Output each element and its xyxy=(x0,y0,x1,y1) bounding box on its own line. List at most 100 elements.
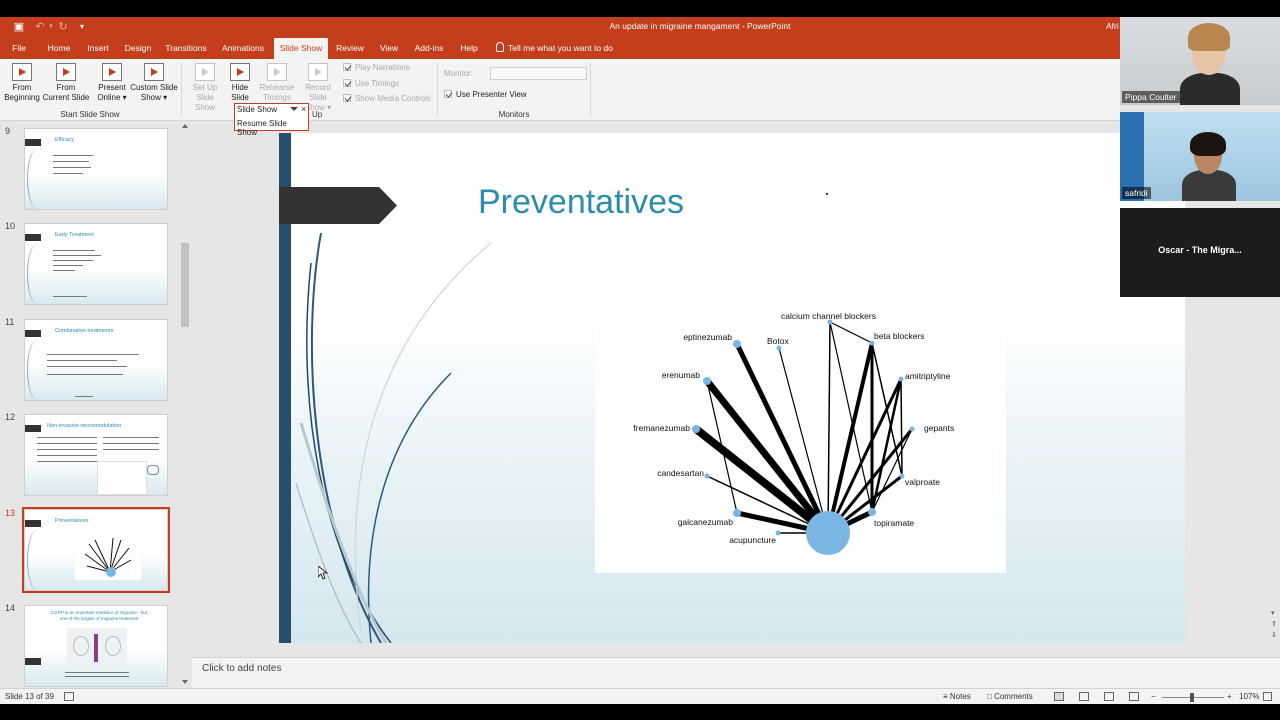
tell-me-search[interactable]: Tell me what you want to do xyxy=(496,38,613,59)
zoom-slider-thumb[interactable] xyxy=(1190,693,1194,702)
zoom-level[interactable]: 107% xyxy=(1239,692,1259,701)
use-timings-checkbox[interactable]: Use Timings xyxy=(343,79,399,88)
slide-thumbnail[interactable]: Combination treatments xyxy=(24,319,168,401)
label-eptinezumab: eptinezumab xyxy=(683,332,732,342)
next-slide-icon[interactable]: ⇓ xyxy=(1271,631,1277,639)
tab-home[interactable]: Home xyxy=(44,38,74,59)
slide-panel-scrollbar[interactable] xyxy=(180,121,190,688)
notes-toggle[interactable]: ≡ Notes xyxy=(943,692,971,701)
label-botox: Botox xyxy=(767,336,789,346)
present-online-button[interactable]: Present Online ▾ xyxy=(94,63,130,103)
monitor-select[interactable] xyxy=(490,67,587,80)
title-bar: ▣ ↶ ▾ ↻ ▾ An update in migraine mangamen… xyxy=(0,17,1280,38)
tab-insert[interactable]: Insert xyxy=(84,38,112,59)
normal-view-icon[interactable] xyxy=(1054,692,1064,701)
customize-toolbar-icon[interactable]: ▾ xyxy=(75,20,89,34)
status-bar: Slide 13 of 39 ≡ Notes □ Comments − + 10… xyxy=(0,688,1280,704)
close-icon[interactable]: × xyxy=(301,104,306,114)
participant-video[interactable]: Pippa Coulter xyxy=(1120,17,1280,105)
fit-slide-icon[interactable] xyxy=(1263,692,1272,701)
screen-top-bar xyxy=(0,0,1280,17)
cross-edge xyxy=(829,321,873,344)
tab-file[interactable]: File xyxy=(6,38,32,59)
scroll-thumb[interactable] xyxy=(181,243,189,327)
previous-slide-icon[interactable]: ⇑ xyxy=(1271,620,1277,628)
participant-video[interactable]: Oscar - The Migra... xyxy=(1120,208,1280,297)
monitors-group-label: Monitors xyxy=(498,110,530,119)
play-narrations-checkbox[interactable]: Play Narrations xyxy=(343,63,410,72)
rehearse-timings-button[interactable]: Rehearse Timings xyxy=(258,63,296,103)
from-beginning-button[interactable]: From Beginning xyxy=(4,63,40,103)
reading-view-icon[interactable] xyxy=(1104,692,1114,701)
tab-review[interactable]: Review xyxy=(334,38,366,59)
label-galcanezumab: galcanezumab xyxy=(678,517,734,527)
resume-slide-show-item[interactable]: Resume Slide Show xyxy=(237,119,308,137)
show-media-controls-checkbox[interactable]: Show Media Controls xyxy=(343,94,431,103)
thumb-text-line xyxy=(53,155,93,156)
powerpoint-window: ▣ ↶ ▾ ↻ ▾ An update in migraine mangamen… xyxy=(0,0,1280,720)
cross-edge xyxy=(870,378,903,513)
scroll-down-icon[interactable]: ▾ xyxy=(1271,609,1275,617)
thumb-title: Early Treatment xyxy=(55,232,94,238)
slide-thumbnail-active[interactable]: Preventatives xyxy=(24,509,168,591)
slide-thumbnail[interactable]: Efficacy xyxy=(24,128,168,210)
node-eptinezumab xyxy=(733,340,741,348)
slide-show-view-icon[interactable] xyxy=(1129,692,1139,701)
tab-slide-show[interactable]: Slide Show xyxy=(274,38,328,59)
tab-design[interactable]: Design xyxy=(122,38,154,59)
thumb-text-line xyxy=(53,173,83,174)
setup-icon xyxy=(195,63,215,81)
scroll-down-icon[interactable] xyxy=(182,680,188,684)
popup-dropdown-icon[interactable] xyxy=(290,107,298,111)
person-body xyxy=(1180,73,1240,105)
participant-video[interactable]: safridi xyxy=(1120,112,1280,201)
slide-thumbnail[interactable]: CGRP is an important mediator of migrain… xyxy=(24,605,168,687)
thumb-arrow xyxy=(25,234,41,241)
user-account[interactable]: Afri xyxy=(1106,21,1119,31)
comments-toggle[interactable]: □ Comments xyxy=(987,692,1033,701)
slide-thumbnail[interactable]: Non-invasive neuromodulation xyxy=(24,414,168,496)
btn-line: Set Up xyxy=(192,83,218,92)
zoom-out-icon[interactable]: − xyxy=(1151,692,1156,701)
group-divider xyxy=(437,63,438,117)
thumb-text-line xyxy=(65,672,129,673)
zoom-in-icon[interactable]: + xyxy=(1227,692,1232,701)
scroll-up-icon[interactable] xyxy=(182,124,188,128)
thumb-text-line xyxy=(37,455,97,456)
custom-slide-show-button[interactable]: Custom Slide Show ▾ xyxy=(130,63,178,103)
tab-add-ins[interactable]: Add-ins xyxy=(412,38,446,59)
checkbox-box xyxy=(444,90,452,98)
slide-thumbnail[interactable]: Early Treatment xyxy=(24,223,168,305)
tab-transitions[interactable]: Transitions xyxy=(164,38,208,59)
tab-view[interactable]: View xyxy=(376,38,402,59)
thumb-text-line xyxy=(53,167,91,168)
screen-bottom-bar xyxy=(0,704,1280,720)
use-presenter-view-checkbox[interactable]: Use Presenter View xyxy=(444,90,527,99)
tab-animations[interactable]: Animations xyxy=(218,38,268,59)
slide-show-popup: Slide Show × Resume Slide Show xyxy=(234,103,309,137)
set-up-slide-show-button[interactable]: Set Up Slide Show xyxy=(186,63,224,113)
mouse-cursor-icon xyxy=(318,566,328,580)
thumb-text-line xyxy=(53,260,93,261)
network-chart[interactable]: calcium channel blockers beta blockers ami… xyxy=(595,293,1006,573)
current-slide[interactable]: Preventatives calcium channel blockers be… xyxy=(279,133,1185,643)
label-valproate: valproate xyxy=(905,477,940,487)
notes-pane[interactable]: Click to add notes xyxy=(192,657,1280,688)
redo-icon[interactable]: ↻ xyxy=(56,20,70,34)
tab-help[interactable]: Help xyxy=(456,38,482,59)
cross-edge xyxy=(900,378,903,477)
monitor-label: Monitor: xyxy=(444,69,473,78)
hide-slide-button[interactable]: Hide Slide xyxy=(226,63,254,103)
btn-line: Rehearse xyxy=(259,83,295,92)
checkbox-label: Use Timings xyxy=(355,79,400,88)
slide-title[interactable]: Preventatives xyxy=(478,183,684,222)
btn-line: Show ▾ xyxy=(140,93,168,102)
thumb-text-line xyxy=(65,676,129,677)
editor-scrollbar[interactable]: ▾ ⇑ ⇓ xyxy=(1267,298,1280,657)
slide-sorter-icon[interactable] xyxy=(1079,692,1089,701)
rehearse-icon xyxy=(267,63,287,81)
thumb-text-line xyxy=(37,461,97,462)
from-current-slide-button[interactable]: From Current Slide xyxy=(42,63,90,103)
save-icon[interactable]: ▣ xyxy=(12,20,26,34)
accessibility-icon[interactable] xyxy=(64,692,74,701)
